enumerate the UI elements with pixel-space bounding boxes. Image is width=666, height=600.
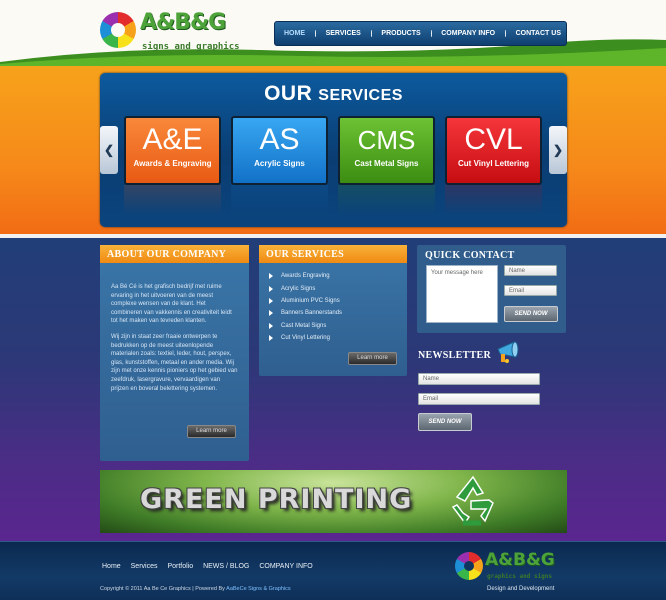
bullet-arrow-icon (269, 335, 273, 342)
list-item-label: Awards Engraving (281, 273, 330, 280)
contact-send-button[interactable]: SEND NOW (504, 306, 558, 322)
contact-email-field[interactable]: Email (504, 285, 557, 296)
tile-cut-vinyl-lettering[interactable]: CVL Cut Vinyl Lettering (445, 116, 542, 185)
list-item[interactable]: Cut Vinyl Lettering (269, 332, 407, 344)
site-logo[interactable]: A&B&G signs and graphics (100, 8, 250, 56)
newsletter-email-field[interactable]: Email (418, 393, 540, 405)
logo-wheel-icon (100, 12, 136, 48)
logo-tagline: signs and graphics (142, 42, 240, 52)
slider-title: OUR SERVICES (100, 82, 567, 106)
tile-label: Cut Vinyl Lettering (458, 159, 529, 168)
tile-acrylic-signs[interactable]: AS Acrylic Signs (231, 116, 328, 185)
tile-reflection (231, 185, 328, 215)
nav-company-info[interactable]: COMPANY INFO (436, 30, 500, 37)
copyright: Copyright © 2011 Aa Be Ce Graphics | Pow… (100, 586, 291, 592)
about-heading: ABOUT OUR COMPANY (100, 245, 249, 263)
newsletter-send-button[interactable]: SEND NOW (418, 413, 472, 431)
bullet-arrow-icon (269, 285, 273, 292)
footer-link-company-info[interactable]: COMPANY INFO (259, 563, 312, 570)
services-list: Awards Engraving Acrylic Signs Aluminium… (259, 263, 407, 344)
megaphone-icon (497, 341, 519, 363)
logo-wheel-icon (455, 552, 483, 580)
about-learn-more-button[interactable]: Learn more (187, 425, 236, 438)
footer-link-services[interactable]: Services (131, 563, 158, 570)
tile-reflection (124, 185, 221, 215)
green-printing-text: GREEN PRINTING (140, 484, 413, 515)
tile-cast-metal-signs[interactable]: CMS Cast Metal Signs (338, 116, 435, 185)
about-paragraph-1: Aa Bé Cé is het grafisch bedrijf met rui… (111, 284, 232, 325)
bullet-arrow-icon (269, 297, 273, 304)
message-textarea[interactable]: Your message here (426, 265, 498, 323)
nav-separator-icon (370, 30, 372, 37)
nav-separator-icon (315, 30, 316, 37)
recycle-icon (451, 475, 494, 526)
powered-by-link[interactable]: AaBeCe Signs & Graphics (226, 586, 291, 592)
slider-title-word2: SERVICES (318, 87, 403, 104)
nav-separator-icon (430, 30, 432, 37)
tile-reflection (445, 185, 542, 215)
green-printing-banner[interactable]: GREEN PRINTING (100, 470, 567, 533)
copyright-text: Copyright © 2011 Aa Be Ce Graphics | Pow… (100, 586, 225, 592)
slider-prev-button[interactable]: ❮ (100, 126, 118, 174)
services-learn-more-button[interactable]: Learn more (348, 352, 397, 365)
nav-home[interactable]: HOME (279, 30, 310, 37)
tile-abbr: AS (259, 123, 300, 156)
list-item-label: Banners Bannerstands (281, 310, 343, 317)
tile-label: Awards & Engraving (133, 159, 212, 168)
footer-nav: Home Services Portfolio NEWS / BLOG COMP… (102, 563, 321, 570)
quick-contact-panel: QUICK CONTACT Your message here Name Ema… (417, 245, 566, 333)
about-paragraph-2: Wij zijn in staat zeer fraaie ontwerpen … (111, 333, 238, 392)
tile-abbr: A&E (142, 123, 203, 156)
footer-link-portfolio[interactable]: Portfolio (167, 563, 193, 570)
slider-next-button[interactable]: ❯ (549, 126, 567, 174)
list-item-label: Acrylic Signs (281, 285, 316, 292)
footer: Home Services Portfolio NEWS / BLOG COMP… (0, 541, 666, 600)
footer-link-news-blog[interactable]: NEWS / BLOG (203, 563, 249, 570)
list-item[interactable]: Acrylic Signs (269, 282, 407, 294)
list-item[interactable]: Cast Metal Signs (269, 320, 407, 332)
tile-awards-engraving[interactable]: A&E Awards & Engraving (124, 116, 221, 185)
newsletter-heading: NEWSLETTER (418, 350, 492, 361)
list-item-label: Cut Vinyl Lettering (281, 335, 330, 342)
list-item[interactable]: Banners Bannerstands (269, 307, 407, 319)
tile-abbr: CVL (464, 123, 523, 156)
tile-label: Cast Metal Signs (354, 159, 419, 168)
slider-title-word1: OUR (264, 82, 313, 105)
bullet-arrow-icon (269, 322, 273, 329)
list-item[interactable]: Aluminium PVC Signs (269, 295, 407, 307)
footer-link-home[interactable]: Home (102, 563, 121, 570)
quick-contact-heading: QUICK CONTACT (425, 250, 515, 261)
footer-logo-mark: A&B&G (485, 550, 555, 570)
bullet-arrow-icon (269, 310, 273, 317)
main-nav: HOME SERVICES PRODUCTS COMPANY INFO CONT… (274, 21, 567, 46)
design-credit: Design and Development (487, 586, 555, 592)
tile-label: Acrylic Signs (254, 159, 305, 168)
list-item-label: Cast Metal Signs (281, 322, 327, 329)
footer-logo[interactable]: A&B&G graphics and signs (455, 550, 565, 582)
contact-name-field[interactable]: Name (504, 265, 557, 276)
chevron-right-icon: ❯ (552, 143, 564, 157)
nav-products[interactable]: PRODUCTS (376, 30, 425, 37)
services-slider: OUR SERVICES ❮ ❯ A&E Awards & Engraving … (100, 73, 567, 227)
tile-reflection (338, 185, 435, 215)
footer-logo-tagline: graphics and signs (487, 573, 553, 580)
bullet-arrow-icon (269, 273, 273, 280)
nav-separator-icon (505, 30, 506, 37)
header: A&B&G signs and graphics HOME SERVICES P… (0, 0, 666, 66)
nav-contact-us[interactable]: CONTACT US (511, 30, 566, 37)
list-item-label: Aluminium PVC Signs (281, 297, 340, 304)
newsletter-name-field[interactable]: Name (418, 373, 540, 385)
logo-mark: A&B&G (140, 10, 226, 35)
services-heading: OUR SERVICES (259, 245, 407, 263)
list-item[interactable]: Awards Engraving (269, 270, 407, 282)
nav-services[interactable]: SERVICES (321, 30, 366, 37)
tile-abbr: CMS (357, 125, 416, 155)
chevron-left-icon: ❮ (103, 143, 115, 157)
